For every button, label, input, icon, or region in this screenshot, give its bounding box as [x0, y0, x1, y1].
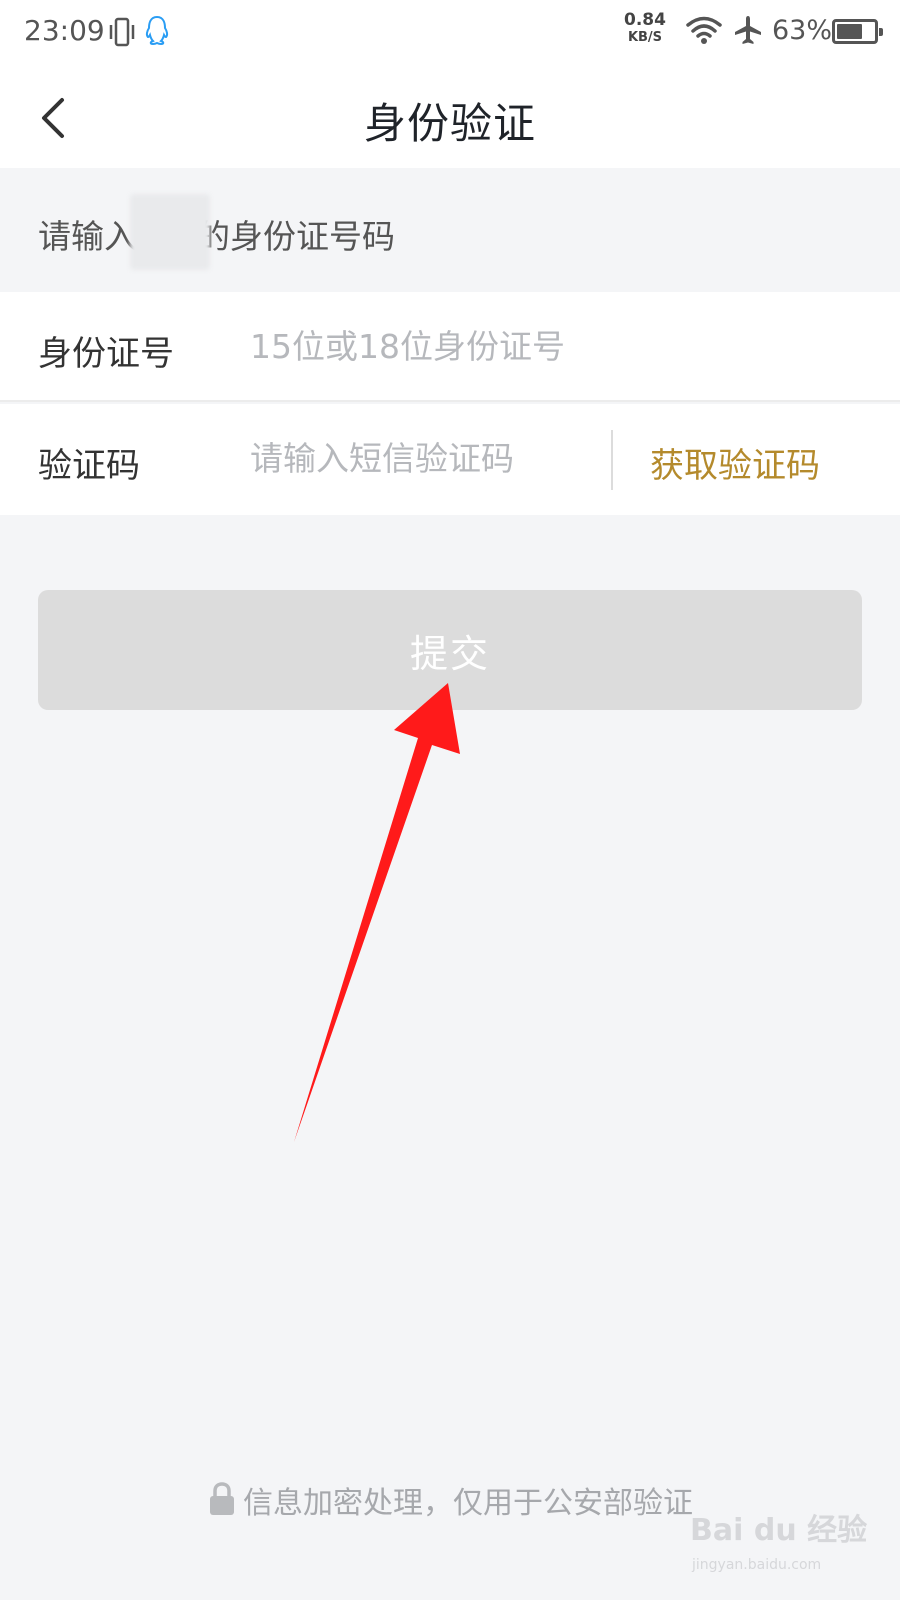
net-speed-unit: KB/S [627, 30, 663, 45]
airplane-icon [735, 16, 761, 44]
get-code-button[interactable]: 获取验证码 [650, 438, 820, 487]
battery-percent: 63% [772, 15, 833, 46]
verification-code-label: 验证码 [38, 446, 140, 486]
footer-note-text: 信息加密处理，仅用于公安部验证 [243, 1486, 693, 1521]
hint-text: 请输入 的身份证号码 [38, 210, 395, 258]
net-speed: 0.84 KB/S [622, 10, 668, 45]
hint-suffix: 的身份证号码 [197, 217, 395, 256]
page-title: 身份验证 [363, 99, 536, 148]
lock-icon [210, 1482, 234, 1515]
wifi-icon [686, 16, 722, 44]
net-speed-value: 0.84 [624, 10, 666, 30]
qq-icon [145, 15, 169, 46]
vibrate-icon [109, 17, 135, 47]
hint-band: 请输入 的身份证号码 [0, 168, 900, 292]
verification-code-row: 验证码 获取验证码 [0, 404, 900, 515]
battery-level [837, 24, 862, 39]
status-time: 23:09 [24, 14, 105, 47]
watermark-text: Bai du 经验 [690, 1513, 868, 1548]
nav-bar: 身份验证 [0, 66, 900, 168]
watermark: Bai du 经验 jingyan.baidu.com [690, 1505, 870, 1585]
verification-code-input[interactable] [250, 428, 590, 488]
battery-icon [832, 19, 883, 44]
row-divider [611, 430, 613, 490]
id-number-input[interactable] [250, 316, 850, 376]
hint-prefix: 请输入 [38, 217, 137, 256]
id-number-label: 身份证号 [38, 334, 174, 374]
watermark-url: jingyan.baidu.com [692, 1557, 822, 1573]
redacted-name [130, 194, 210, 270]
id-number-row: 身份证号 [0, 292, 900, 402]
status-bar: 23:09 0.84 KB/S 63% [0, 0, 900, 66]
submit-button[interactable]: 提交 [38, 590, 862, 710]
